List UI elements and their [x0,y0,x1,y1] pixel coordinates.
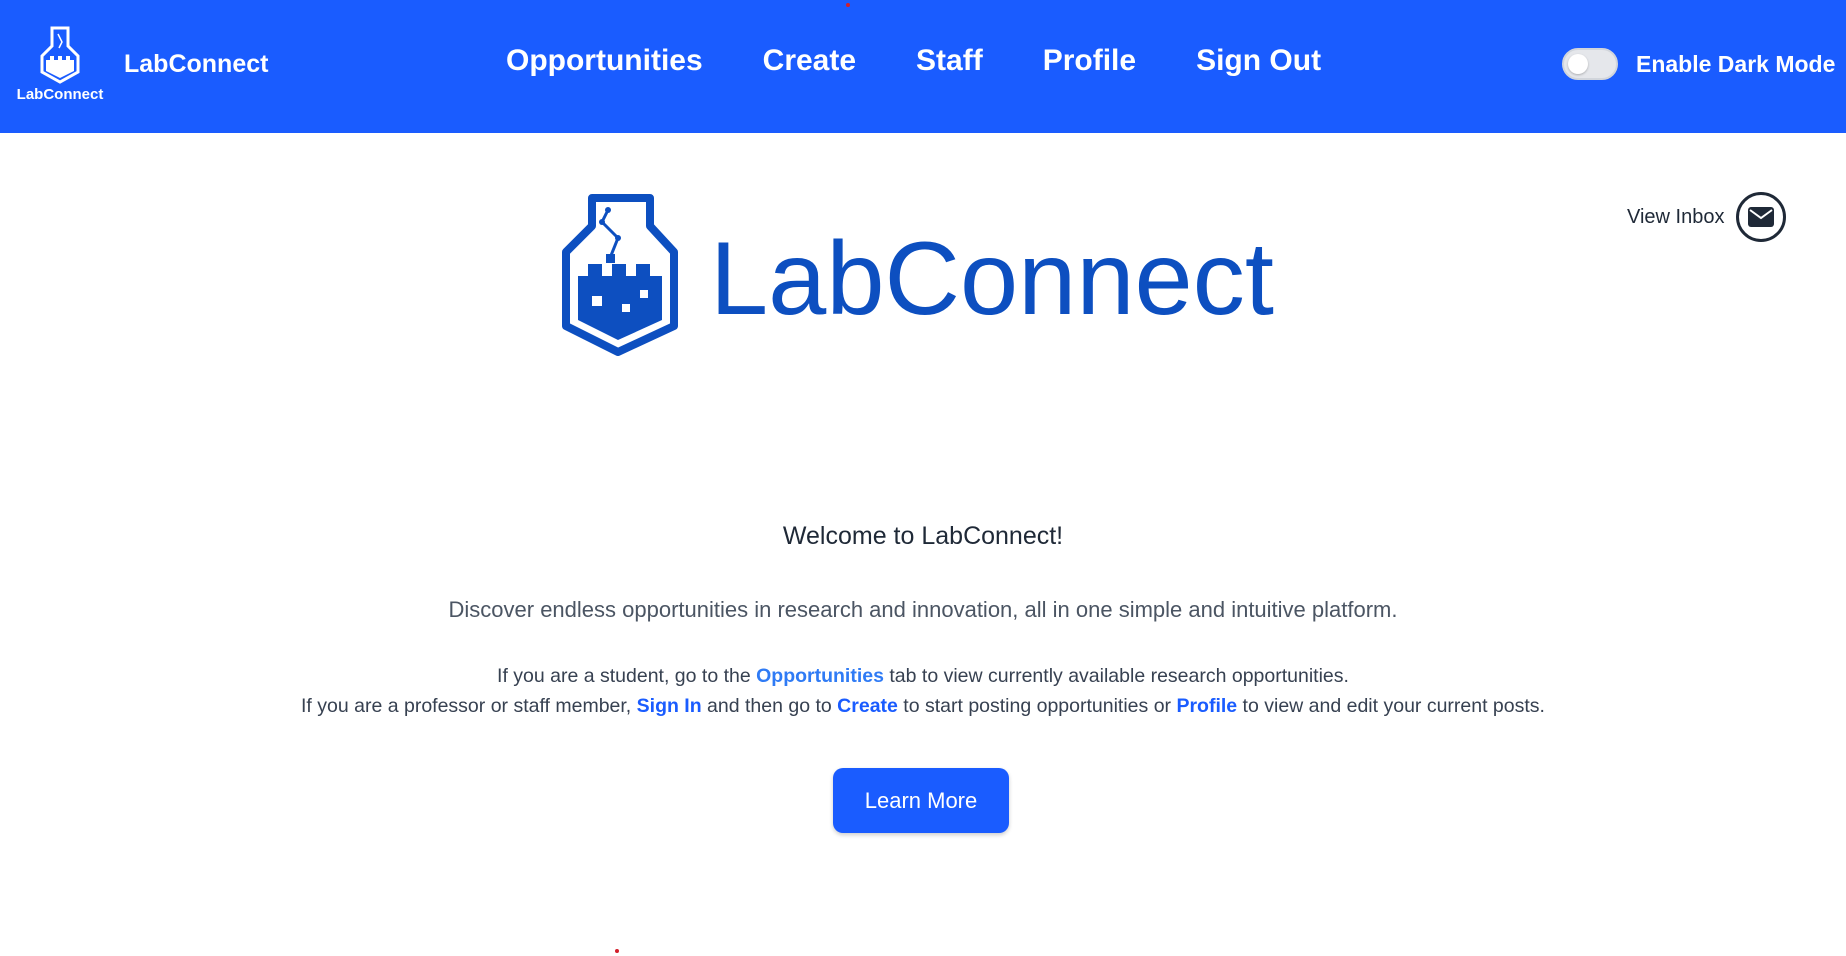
envelope-icon [1748,207,1775,227]
flask-logo-icon [40,26,80,84]
nav-link-staff[interactable]: Staff [916,44,983,78]
hero-logo: LabConnect [562,194,1274,356]
staff-line: If you are a professor or staff member, … [0,691,1846,721]
decorative-dot [615,949,619,953]
navbar: LabConnect LabConnect Opportunities Crea… [0,0,1846,133]
nav-links: Opportunities Create Staff Profile Sign … [506,44,1321,78]
nav-logo[interactable]: LabConnect [14,26,106,106]
view-inbox-label: View Inbox [1627,205,1725,228]
nav-link-create[interactable]: Create [763,44,856,78]
info-text: If you are a student, go to the Opportun… [0,661,1846,721]
nav-link-sign-out[interactable]: Sign Out [1196,44,1321,78]
create-link[interactable]: Create [837,695,898,717]
staff-line-part2: and then go to [701,695,838,717]
nav-logo-caption: LabConnect [16,86,104,103]
student-line-before: If you are a student, go to the [497,665,757,687]
hero-flask-icon [562,194,678,356]
view-inbox-button[interactable]: View Inbox [1627,192,1787,242]
staff-line-part3: to start posting opportunities or [897,695,1177,717]
nav-link-profile[interactable]: Profile [1043,44,1136,78]
discover-text: Discover endless opportunities in resear… [448,597,1398,622]
dark-mode-switch-knob [1568,54,1588,74]
learn-more-button[interactable]: Learn More [833,768,1009,833]
staff-line-part1: If you are a professor or staff member, [301,695,637,717]
profile-link[interactable]: Profile [1176,695,1237,717]
student-line: If you are a student, go to the Opportun… [0,661,1846,691]
opportunities-link[interactable]: Opportunities [756,665,884,687]
staff-line-part4: to view and edit your current posts. [1237,695,1545,717]
welcome-heading: Welcome to LabConnect! [782,522,1064,550]
student-line-after: tab to view currently available research… [883,665,1349,687]
hero-logo-text: LabConnect [710,221,1274,337]
dark-mode-switch[interactable] [1562,48,1618,80]
dark-mode-toggle[interactable]: Enable Dark Mode [1562,48,1835,80]
nav-brand-link[interactable]: LabConnect [124,50,268,79]
sign-in-link[interactable]: Sign In [637,695,702,717]
dark-mode-label: Enable Dark Mode [1636,50,1836,77]
decorative-dot [846,3,850,7]
nav-link-opportunities[interactable]: Opportunities [506,44,703,78]
inbox-circle[interactable] [1736,192,1787,242]
